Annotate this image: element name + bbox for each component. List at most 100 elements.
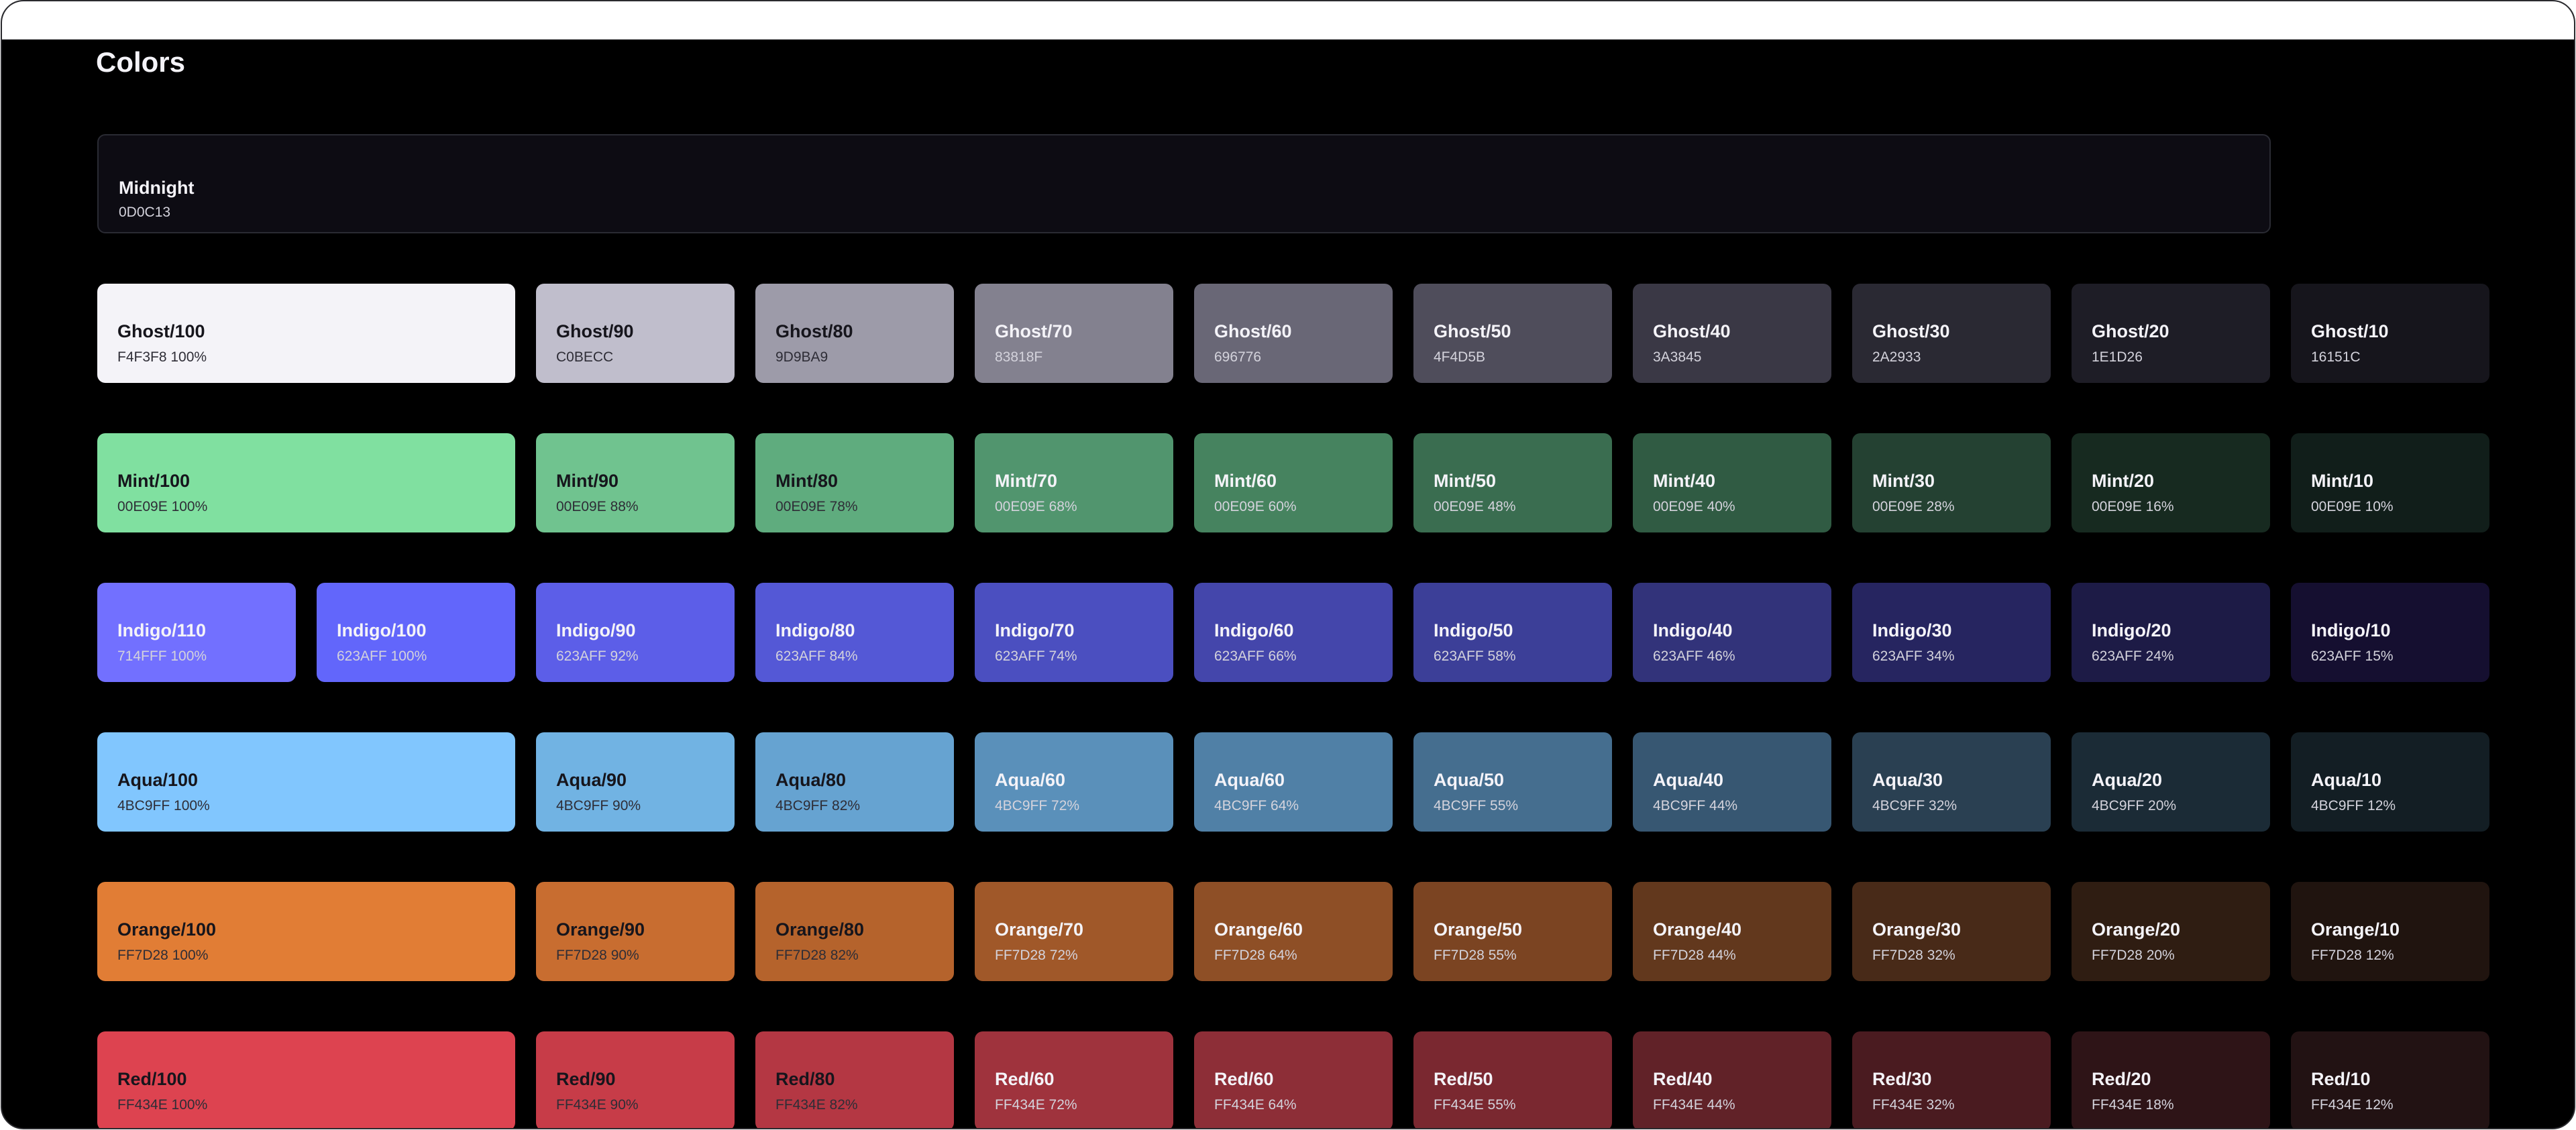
swatch-red-40[interactable]: Red/40 FF434E 44% xyxy=(1633,1031,1831,1128)
swatch-name: Aqua/60 xyxy=(995,770,1066,790)
swatch-red-100[interactable]: Red/100 FF434E 100% xyxy=(97,1031,515,1128)
swatch-midnight[interactable]: Midnight 0D0C13 xyxy=(97,134,2271,233)
swatch-mint-80[interactable]: Mint/80 00E09E 78% xyxy=(755,433,954,532)
swatch-ghost-50[interactable]: Ghost/50 4F4D5B xyxy=(1413,284,1612,383)
swatch-orange-70[interactable]: Orange/70 FF7D28 72% xyxy=(975,882,1173,981)
swatch-name: Aqua/90 xyxy=(556,770,627,790)
swatch-indigo-70[interactable]: Indigo/70 623AFF 74% xyxy=(975,583,1173,682)
swatch-name: Mint/100 xyxy=(117,471,191,491)
swatch-ghost-30[interactable]: Ghost/30 2A2933 xyxy=(1852,284,2051,383)
swatch-name: Ghost/90 xyxy=(556,321,634,341)
swatch-orange-50[interactable]: Orange/50 FF7D28 55% xyxy=(1413,882,1612,981)
swatch-ghost-80[interactable]: Ghost/80 9D9BA9 xyxy=(755,284,954,383)
swatch-aqua-80[interactable]: Aqua/80 4BC9FF 82% xyxy=(755,732,954,832)
swatch-mint-20[interactable]: Mint/20 00E09E 16% xyxy=(2072,433,2270,532)
swatch-name: Indigo/80 xyxy=(775,620,855,640)
swatch-orange-90[interactable]: Orange/90 FF7D28 90% xyxy=(536,882,735,981)
swatch-ghost-100[interactable]: Ghost/100 F4F3F8 100% xyxy=(97,284,515,383)
swatch-indigo-20[interactable]: Indigo/20 623AFF 24% xyxy=(2072,583,2270,682)
swatch-code: FF7D28 44% xyxy=(1653,948,1736,963)
swatch-name: Ghost/10 xyxy=(2311,321,2389,341)
swatch-orange-80[interactable]: Orange/80 FF7D28 82% xyxy=(755,882,954,981)
swatch-name: Ghost/20 xyxy=(2092,321,2169,341)
swatch-red-20[interactable]: Red/20 FF434E 18% xyxy=(2072,1031,2270,1128)
swatch-ghost-60[interactable]: Ghost/60 696776 xyxy=(1194,284,1393,383)
swatch-ghost-10[interactable]: Ghost/10 16151C xyxy=(2291,284,2489,383)
swatch-mint-100[interactable]: Mint/100 00E09E 100% xyxy=(97,433,515,532)
swatch-indigo-40[interactable]: Indigo/40 623AFF 46% xyxy=(1633,583,1831,682)
swatch-mint-60[interactable]: Mint/60 00E09E 60% xyxy=(1194,433,1393,532)
swatch-name: Aqua/60 xyxy=(1214,770,1285,790)
swatch-code: 1E1D26 xyxy=(2092,349,2143,365)
swatch-aqua-90[interactable]: Aqua/90 4BC9FF 90% xyxy=(536,732,735,832)
swatch-red-30[interactable]: Red/30 FF434E 32% xyxy=(1852,1031,2051,1128)
swatch-aqua-20[interactable]: Aqua/20 4BC9FF 20% xyxy=(2072,732,2270,832)
swatch-code: 4F4D5B xyxy=(1434,349,1486,365)
swatch-indigo-60[interactable]: Indigo/60 623AFF 66% xyxy=(1194,583,1393,682)
swatch-code: 9D9BA9 xyxy=(775,349,828,365)
swatch-red-60[interactable]: Red/60 FF434E 64% xyxy=(1194,1031,1393,1128)
swatch-name: Red/50 xyxy=(1434,1069,1493,1089)
swatch-mint-40[interactable]: Mint/40 00E09E 40% xyxy=(1633,433,1831,532)
swatch-name: Indigo/60 xyxy=(1214,620,1294,640)
swatch-indigo-100[interactable]: Indigo/100 623AFF 100% xyxy=(317,583,515,682)
swatch-indigo-90[interactable]: Indigo/90 623AFF 92% xyxy=(536,583,735,682)
swatch-name: Indigo/30 xyxy=(1872,620,1952,640)
swatch-orange-100[interactable]: Orange/100 FF7D28 100% xyxy=(97,882,515,981)
swatch-name: Orange/90 xyxy=(556,919,645,940)
swatch-code: 4BC9FF 90% xyxy=(556,798,641,813)
swatch-red-90[interactable]: Red/90 FF434E 90% xyxy=(536,1031,735,1128)
swatch-aqua-60[interactable]: Aqua/60 4BC9FF 64% xyxy=(1194,732,1393,832)
swatch-ghost-90[interactable]: Ghost/90 C0BECC xyxy=(536,284,735,383)
swatch-ghost-20[interactable]: Ghost/20 1E1D26 xyxy=(2072,284,2270,383)
swatch-aqua-30[interactable]: Aqua/30 4BC9FF 32% xyxy=(1852,732,2051,832)
swatch-aqua-50[interactable]: Aqua/50 4BC9FF 55% xyxy=(1413,732,1612,832)
swatch-ghost-40[interactable]: Ghost/40 3A3845 xyxy=(1633,284,1831,383)
swatch-name: Orange/60 xyxy=(1214,919,1303,940)
swatch-indigo-50[interactable]: Indigo/50 623AFF 58% xyxy=(1413,583,1612,682)
swatch-code: FF434E 82% xyxy=(775,1097,858,1113)
swatch-code: 623AFF 46% xyxy=(1653,648,1735,664)
swatch-orange-30[interactable]: Orange/30 FF7D28 32% xyxy=(1852,882,2051,981)
swatch-indigo-30[interactable]: Indigo/30 623AFF 34% xyxy=(1852,583,2051,682)
swatch-mint-10[interactable]: Mint/10 00E09E 10% xyxy=(2291,433,2489,532)
swatch-ghost-70[interactable]: Ghost/70 83818F xyxy=(975,284,1173,383)
swatch-aqua-100[interactable]: Aqua/100 4BC9FF 100% xyxy=(97,732,515,832)
swatch-name: Ghost/100 xyxy=(117,321,205,341)
swatch-indigo-10[interactable]: Indigo/10 623AFF 15% xyxy=(2291,583,2489,682)
swatch-aqua-60[interactable]: Aqua/60 4BC9FF 72% xyxy=(975,732,1173,832)
swatch-red-60[interactable]: Red/60 FF434E 72% xyxy=(975,1031,1173,1128)
swatch-indigo-80[interactable]: Indigo/80 623AFF 84% xyxy=(755,583,954,682)
swatch-name: Ghost/30 xyxy=(1872,321,1950,341)
swatch-indigo-110[interactable]: Indigo/110 714FFF 100% xyxy=(97,583,296,682)
swatch-mint-90[interactable]: Mint/90 00E09E 88% xyxy=(536,433,735,532)
swatch-aqua-40[interactable]: Aqua/40 4BC9FF 44% xyxy=(1633,732,1831,832)
swatch-code: 4BC9FF 72% xyxy=(995,798,1080,813)
swatch-code: 623AFF 34% xyxy=(1872,648,1955,664)
swatch-name: Indigo/110 xyxy=(117,620,207,640)
swatch-code: FF434E 55% xyxy=(1434,1097,1516,1113)
swatch-code: FF7D28 72% xyxy=(995,948,1078,963)
swatch-code: 00E09E 68% xyxy=(995,499,1077,514)
swatch-code: FF434E 12% xyxy=(2311,1097,2394,1113)
swatch-code: 623AFF 15% xyxy=(2311,648,2394,664)
swatch-name: Aqua/100 xyxy=(117,770,199,790)
swatch-code: FF434E 72% xyxy=(995,1097,1077,1113)
swatch-mint-30[interactable]: Mint/30 00E09E 28% xyxy=(1852,433,2051,532)
swatch-orange-40[interactable]: Orange/40 FF7D28 44% xyxy=(1633,882,1831,981)
swatch-red-80[interactable]: Red/80 FF434E 82% xyxy=(755,1031,954,1128)
swatch-mint-70[interactable]: Mint/70 00E09E 68% xyxy=(975,433,1173,532)
swatch-code: 4BC9FF 20% xyxy=(2092,798,2177,813)
swatch-orange-20[interactable]: Orange/20 FF7D28 20% xyxy=(2072,882,2270,981)
swatch-code: 4BC9FF 82% xyxy=(775,798,861,813)
swatch-mint-50[interactable]: Mint/50 00E09E 48% xyxy=(1413,433,1612,532)
swatch-aqua-10[interactable]: Aqua/10 4BC9FF 12% xyxy=(2291,732,2489,832)
swatch-name: Mint/50 xyxy=(1434,471,1497,491)
swatch-code: 623AFF 84% xyxy=(775,648,858,664)
swatch-red-10[interactable]: Red/10 FF434E 12% xyxy=(2291,1031,2489,1128)
swatch-orange-60[interactable]: Orange/60 FF7D28 64% xyxy=(1194,882,1393,981)
swatch-name: Orange/50 xyxy=(1434,919,1523,940)
swatch-code: 00E09E 16% xyxy=(2092,499,2174,514)
swatch-orange-10[interactable]: Orange/10 FF7D28 12% xyxy=(2291,882,2489,981)
swatch-red-50[interactable]: Red/50 FF434E 55% xyxy=(1413,1031,1612,1128)
